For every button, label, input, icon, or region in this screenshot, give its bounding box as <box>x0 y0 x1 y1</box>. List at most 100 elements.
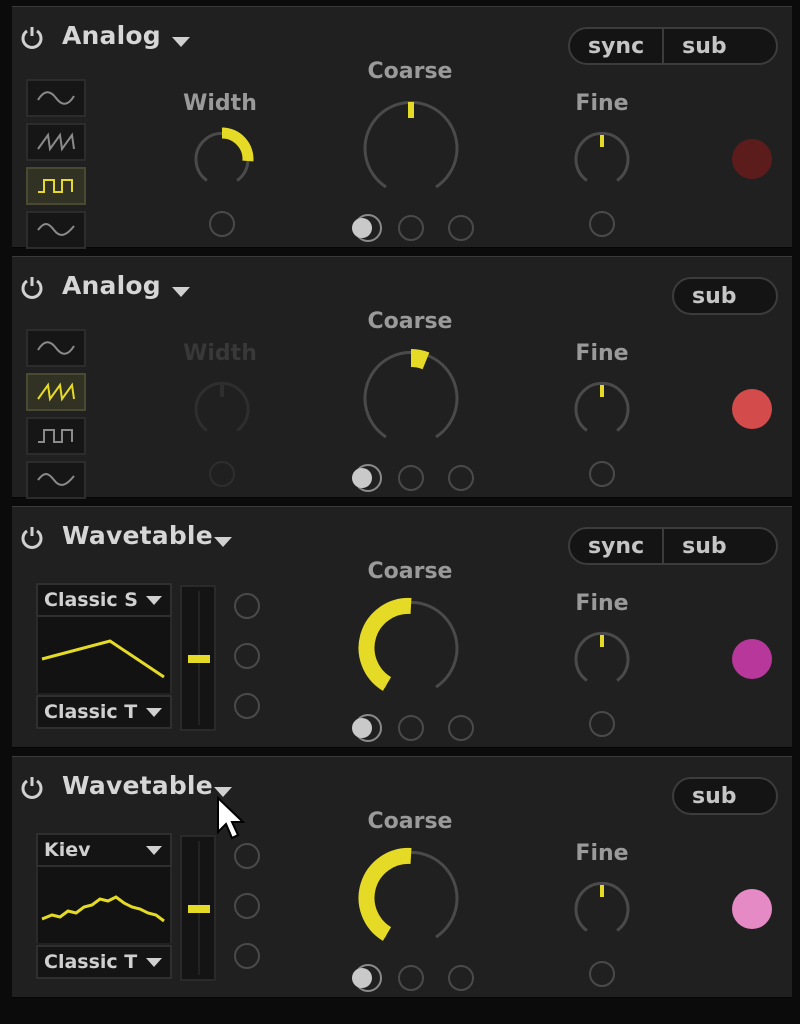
width-knob <box>194 381 250 432</box>
fine-knob[interactable] <box>568 375 636 443</box>
mod-source-icon[interactable] <box>348 711 382 745</box>
chevron-down-icon <box>146 596 162 605</box>
oscillator-color-led[interactable] <box>732 389 772 429</box>
sub-button[interactable]: sub <box>674 779 755 813</box>
fine-mod-slot[interactable] <box>589 961 615 987</box>
wt-mod-slot-3[interactable] <box>234 693 260 719</box>
coarse-mod-slot-2[interactable] <box>448 965 474 991</box>
sine-icon <box>37 91 75 105</box>
fine-knob[interactable] <box>568 875 636 943</box>
coarse-mod-slot-1[interactable] <box>398 715 424 741</box>
fine-label: Fine <box>575 341 629 366</box>
oscillator-panel-1: Analog sync sub Width Coarse Fine <box>12 6 792 249</box>
oscillator-type-label[interactable]: Wavetable <box>62 521 213 550</box>
fine-label: Fine <box>575 591 629 616</box>
wave-button-square[interactable] <box>26 167 86 205</box>
chevron-down-icon <box>146 958 162 967</box>
fine-mod-slot[interactable] <box>589 211 615 237</box>
coarse-mod-slot-2[interactable] <box>448 215 474 241</box>
wavetable-select-top[interactable]: Kiev <box>36 833 172 867</box>
coarse-mod-slot-2[interactable] <box>448 465 474 491</box>
chevron-down-icon <box>146 846 162 855</box>
oscillator-type-label[interactable]: Analog <box>62 271 161 300</box>
saw-icon <box>37 382 75 402</box>
fine-mod-slot[interactable] <box>589 461 615 487</box>
sync-button[interactable]: sync <box>570 529 662 563</box>
chevron-down-icon <box>146 708 162 717</box>
chevron-down-icon[interactable] <box>172 37 190 47</box>
coarse-knob[interactable] <box>356 593 466 703</box>
waveform-selector <box>26 79 88 255</box>
button-group: sub <box>672 277 778 315</box>
coarse-label: Coarse <box>367 809 453 834</box>
mod-source-icon[interactable] <box>348 461 382 495</box>
sine-icon <box>37 341 75 355</box>
fine-mod-slot[interactable] <box>589 711 615 737</box>
oscillator-type-label[interactable]: Wavetable <box>62 771 213 800</box>
power-icon[interactable] <box>20 525 44 549</box>
wave-button-triangle[interactable] <box>26 211 86 249</box>
wavetable-position-slider[interactable] <box>180 835 216 981</box>
coarse-mod-slot-1[interactable] <box>398 465 424 491</box>
button-group: sync sub <box>568 527 778 565</box>
sub-button[interactable]: sub <box>674 279 755 313</box>
mouse-cursor-icon <box>217 796 246 840</box>
oscillator-type-label[interactable]: Analog <box>62 21 161 50</box>
slider-thumb[interactable] <box>188 655 210 663</box>
mod-source-icon[interactable] <box>348 961 382 995</box>
power-icon[interactable] <box>20 25 44 49</box>
width-mod-slot <box>209 461 235 487</box>
wt-mod-slot-3[interactable] <box>234 943 260 969</box>
wavetable-name: Classic T <box>44 701 138 723</box>
wt-mod-slot-1[interactable] <box>234 593 260 619</box>
button-group: sync sub <box>568 27 778 65</box>
width-label: Width <box>183 341 257 366</box>
chevron-down-icon[interactable] <box>214 537 232 547</box>
coarse-mod-slot-2[interactable] <box>448 715 474 741</box>
waveform-preview <box>41 639 165 679</box>
wt-mod-slot-2[interactable] <box>234 893 260 919</box>
wave-button-sine[interactable] <box>26 329 86 367</box>
sub-button[interactable]: sub <box>662 529 745 563</box>
oscillator-color-led[interactable] <box>732 889 772 929</box>
coarse-knob[interactable] <box>356 93 466 203</box>
wave-button-saw[interactable] <box>26 123 86 161</box>
fine-knob[interactable] <box>568 125 636 193</box>
wavetable-select-bottom[interactable]: Classic T <box>36 695 172 729</box>
power-icon[interactable] <box>20 275 44 299</box>
oscillator-color-led[interactable] <box>732 139 772 179</box>
wave-button-triangle[interactable] <box>26 461 86 499</box>
oscillator-panel-2: Analog sub Width Coarse Fine <box>12 256 792 499</box>
power-icon[interactable] <box>20 775 44 799</box>
coarse-label: Coarse <box>367 559 453 584</box>
width-mod-slot[interactable] <box>209 211 235 237</box>
chevron-down-icon[interactable] <box>172 287 190 297</box>
waveform-preview <box>41 895 165 923</box>
wave-button-saw[interactable] <box>26 373 86 411</box>
fine-label: Fine <box>575 91 629 116</box>
fine-knob[interactable] <box>568 625 636 693</box>
wavetable-select-bottom[interactable]: Classic T <box>36 945 172 979</box>
oscillator-panel-4: Wavetable sub Kiev Classic T Coarse Fine <box>12 756 792 998</box>
wavetable-position-slider[interactable] <box>180 585 216 731</box>
mod-source-icon[interactable] <box>348 211 382 245</box>
wt-mod-slot-1[interactable] <box>234 843 260 869</box>
coarse-knob[interactable] <box>356 343 466 453</box>
sub-button[interactable]: sub <box>662 29 745 63</box>
wt-mod-slot-2[interactable] <box>234 643 260 669</box>
wavetable-select-top[interactable]: Classic S <box>36 583 172 617</box>
oscillator-color-led[interactable] <box>732 639 772 679</box>
coarse-label: Coarse <box>367 59 453 84</box>
coarse-knob[interactable] <box>356 843 466 953</box>
wave-button-square[interactable] <box>26 417 86 455</box>
wavetable-name: Classic T <box>44 951 138 973</box>
triangle-icon <box>37 473 75 486</box>
sync-button[interactable]: sync <box>570 29 662 63</box>
button-group: sub <box>672 777 778 815</box>
coarse-mod-slot-1[interactable] <box>398 215 424 241</box>
coarse-mod-slot-1[interactable] <box>398 965 424 991</box>
slider-thumb[interactable] <box>188 905 210 913</box>
wave-button-sine[interactable] <box>26 79 86 117</box>
width-label: Width <box>183 91 257 116</box>
width-knob[interactable] <box>188 125 256 193</box>
